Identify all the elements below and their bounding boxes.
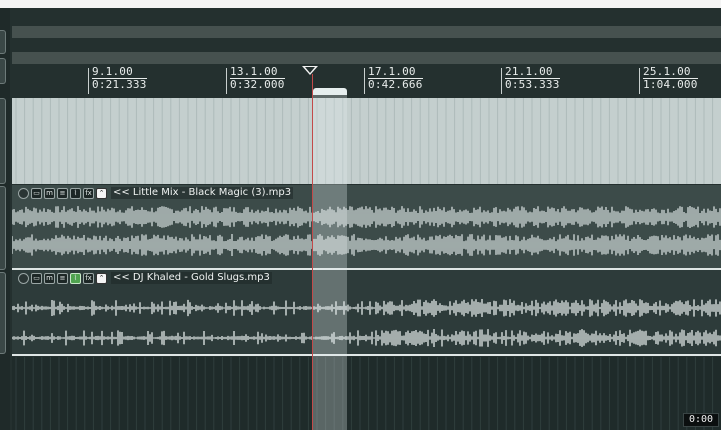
track-dj-khaled[interactable]: ▭ m ≡ ⌇ fx ⌃ << DJ Khaled - Gold Slugs.m…: [12, 270, 721, 355]
time-label: 0:32.000: [230, 78, 285, 91]
time-label: 0:21.333: [92, 78, 147, 91]
ruler-tick: [501, 68, 502, 94]
track-little-mix[interactable]: ▭ m ≡ ⌇ fx ⌃ << Little Mix - Black Magic…: [12, 185, 721, 268]
solo-icon[interactable]: ≡: [57, 187, 68, 199]
daw-arrange-window: 9.1.00 0:21.333 13.1.00 0:32.000 17.1.00…: [0, 0, 721, 430]
time-selection-handle[interactable]: [313, 88, 347, 95]
waveform-channel: [12, 234, 721, 256]
item-controls: ▭ m ≡ ⌇ fx ⌃ << Little Mix - Black Magic…: [18, 187, 294, 199]
time-label: 0:42.666: [368, 78, 423, 91]
ruler-marker: 21.1.00 0:53.333: [505, 66, 560, 91]
ruler-marker: 17.1.00 0:42.666: [368, 66, 423, 91]
horizontal-scrollbar[interactable]: [12, 26, 721, 38]
ruler-tick: [88, 68, 89, 94]
beat-grid: [15, 357, 714, 430]
ruler-marker: 25.1.00 1:04.000: [643, 66, 698, 91]
playhead-marker-icon[interactable]: [302, 66, 318, 75]
item-controls: ▭ m ≡ ⌇ fx ⌃ << DJ Khaled - Gold Slugs.m…: [18, 272, 272, 284]
time-label: 1:04.000: [643, 78, 698, 91]
folder-icon[interactable]: ▭: [31, 187, 42, 199]
fx-icon[interactable]: ⌇: [70, 187, 81, 199]
power-icon[interactable]: [18, 272, 29, 284]
track-divider: [12, 354, 721, 356]
ruler-tick: [364, 68, 365, 94]
panel-handle[interactable]: [0, 272, 6, 354]
panel-handle[interactable]: [0, 186, 6, 270]
timeline-ruler[interactable]: 9.1.00 0:21.333 13.1.00 0:32.000 17.1.00…: [10, 64, 721, 98]
envelope-icon[interactable]: ⌃: [96, 187, 107, 199]
edit-cursor: [312, 74, 313, 430]
waveform-channel: [12, 299, 721, 317]
track-panel-strip[interactable]: [0, 8, 10, 430]
ruler-marker: 13.1.00 0:32.000: [230, 66, 285, 91]
ruler-marker: 9.1.00 0:21.333: [92, 66, 147, 91]
waveform-channel: [12, 329, 721, 347]
time-label: 0:53.333: [505, 78, 560, 91]
folder-icon[interactable]: ▭: [31, 272, 42, 284]
track-name[interactable]: << Little Mix - Black Magic (3).mp3: [111, 187, 294, 199]
fx-icon[interactable]: ⌇: [70, 272, 81, 284]
envelope-icon[interactable]: ⌃: [96, 272, 107, 284]
panel-handle[interactable]: [0, 58, 6, 84]
time-selection[interactable]: [313, 91, 347, 430]
power-icon[interactable]: [18, 187, 29, 199]
track-name[interactable]: << DJ Khaled - Gold Slugs.mp3: [111, 272, 272, 284]
record-arm-icon[interactable]: fx: [83, 272, 94, 284]
panel-handle[interactable]: [0, 30, 6, 54]
record-arm-icon[interactable]: fx: [83, 187, 94, 199]
mute-icon[interactable]: m: [44, 187, 55, 199]
panel-handle[interactable]: [0, 98, 6, 184]
ruler-tick: [226, 68, 227, 94]
zoom-bar[interactable]: [12, 52, 721, 64]
waveform-channel: [12, 206, 721, 228]
ruler-tick: [639, 68, 640, 94]
solo-icon[interactable]: ≡: [57, 272, 68, 284]
empty-lane[interactable]: [12, 98, 721, 184]
top-edge: [0, 0, 721, 8]
mute-icon[interactable]: m: [44, 272, 55, 284]
empty-arrange-area[interactable]: [12, 357, 721, 430]
time-display: 0:00: [683, 413, 719, 427]
beat-grid: [15, 98, 714, 184]
